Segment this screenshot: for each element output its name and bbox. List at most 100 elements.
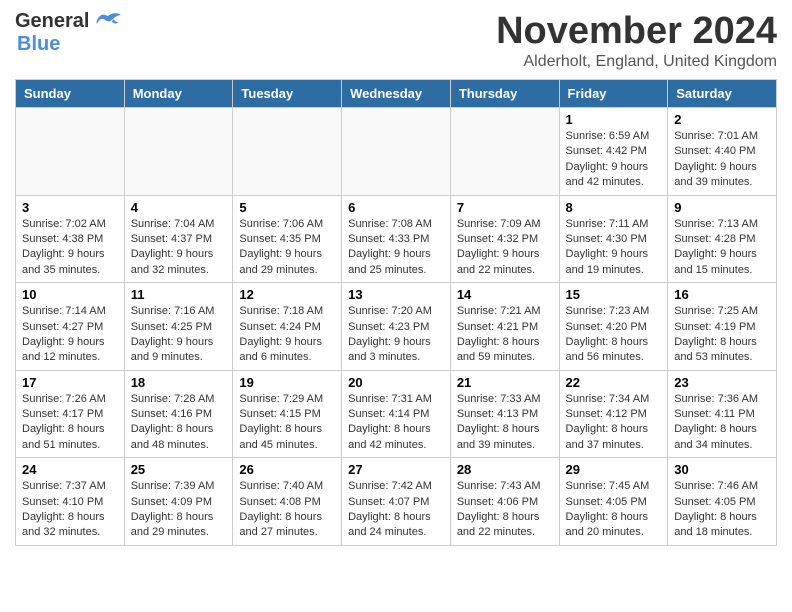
- day-info: Sunrise: 7:42 AM Sunset: 4:07 PM Dayligh…: [348, 479, 444, 541]
- day-info: Sunrise: 7:23 AM Sunset: 4:20 PM Dayligh…: [566, 304, 662, 366]
- day-info: Sunrise: 7:40 AM Sunset: 4:08 PM Dayligh…: [239, 479, 335, 541]
- day-info: Sunrise: 7:13 AM Sunset: 4:28 PM Dayligh…: [674, 217, 770, 279]
- day-info: Sunrise: 7:11 AM Sunset: 4:30 PM Dayligh…: [566, 217, 662, 279]
- calendar-cell: 8 Sunrise: 7:11 AM Sunset: 4:30 PM Daylig…: [559, 195, 668, 283]
- calendar-cell: 23 Sunrise: 7:36 AM Sunset: 4:11 PM Dayli…: [668, 370, 777, 458]
- calendar-cell: 29 Sunrise: 7:45 AM Sunset: 4:05 PM Dayli…: [559, 458, 668, 546]
- weekday-row: SundayMondayTuesdayWednesdayThursdayFrid…: [16, 80, 777, 108]
- weekday-header-tuesday: Tuesday: [233, 80, 342, 108]
- day-number: 10: [22, 287, 118, 302]
- day-info: Sunrise: 7:20 AM Sunset: 4:23 PM Dayligh…: [348, 304, 444, 366]
- calendar-week-5: 24 Sunrise: 7:37 AM Sunset: 4:10 PM Dayli…: [16, 458, 777, 546]
- calendar-cell: 27Sunrise: 7:42 AM Sunset: 4:07 PM Dayli…: [342, 458, 451, 546]
- calendar-week-1: 1 Sunrise: 6:59 AM Sunset: 4:42 PM Daylig…: [16, 108, 777, 196]
- day-info: Sunrise: 7:08 AM Sunset: 4:33 PM Dayligh…: [348, 217, 444, 279]
- weekday-header-friday: Friday: [559, 80, 668, 108]
- day-info: Sunrise: 7:01 AM Sunset: 4:40 PM Dayligh…: [674, 129, 770, 191]
- day-info: Sunrise: 7:46 AM Sunset: 4:05 PM Dayligh…: [674, 479, 770, 541]
- calendar-cell: 18Sunrise: 7:28 AM Sunset: 4:16 PM Dayli…: [124, 370, 233, 458]
- weekday-header-saturday: Saturday: [668, 80, 777, 108]
- day-info: Sunrise: 7:21 AM Sunset: 4:21 PM Dayligh…: [457, 304, 553, 366]
- day-number: 17: [22, 375, 118, 390]
- logo-bird-icon: [93, 11, 123, 33]
- header: General Blue November 2024 Alderholt, En…: [15, 10, 777, 71]
- day-number: 2: [674, 112, 770, 127]
- weekday-header-monday: Monday: [124, 80, 233, 108]
- day-info: Sunrise: 7:36 AM Sunset: 4:11 PM Dayligh…: [674, 392, 770, 454]
- day-number: 3: [22, 200, 118, 215]
- day-info: Sunrise: 7:43 AM Sunset: 4:06 PM Dayligh…: [457, 479, 553, 541]
- calendar-cell: 26 Sunrise: 7:40 AM Sunset: 4:08 PM Dayli…: [233, 458, 342, 546]
- calendar-week-3: 10 Sunrise: 7:14 AM Sunset: 4:27 PM Dayli…: [16, 283, 777, 371]
- day-info: Sunrise: 7:25 AM Sunset: 4:19 PM Dayligh…: [674, 304, 770, 366]
- calendar-cell: 25Sunrise: 7:39 AM Sunset: 4:09 PM Dayli…: [124, 458, 233, 546]
- title-area: November 2024 Alderholt, England, United…: [496, 10, 777, 71]
- day-info: Sunrise: 6:59 AM Sunset: 4:42 PM Dayligh…: [566, 129, 662, 191]
- calendar-cell: 7Sunrise: 7:09 AM Sunset: 4:32 PM Daylig…: [450, 195, 559, 283]
- calendar-cell: 17 Sunrise: 7:26 AM Sunset: 4:17 PM Dayli…: [16, 370, 125, 458]
- calendar-body: 1 Sunrise: 6:59 AM Sunset: 4:42 PM Daylig…: [16, 108, 777, 546]
- calendar-cell: 15 Sunrise: 7:23 AM Sunset: 4:20 PM Dayli…: [559, 283, 668, 371]
- day-number: 19: [239, 375, 335, 390]
- calendar-cell: 1 Sunrise: 6:59 AM Sunset: 4:42 PM Daylig…: [559, 108, 668, 196]
- day-number: 13: [348, 287, 444, 302]
- day-info: Sunrise: 7:39 AM Sunset: 4:09 PM Dayligh…: [131, 479, 227, 541]
- calendar-cell: 28 Sunrise: 7:43 AM Sunset: 4:06 PM Dayli…: [450, 458, 559, 546]
- page-container: General Blue November 2024 Alderholt, En…: [0, 0, 792, 556]
- calendar-cell: 24 Sunrise: 7:37 AM Sunset: 4:10 PM Dayli…: [16, 458, 125, 546]
- calendar-cell: 14Sunrise: 7:21 AM Sunset: 4:21 PM Dayli…: [450, 283, 559, 371]
- day-number: 21: [457, 375, 553, 390]
- day-number: 7: [457, 200, 553, 215]
- calendar-cell: [233, 108, 342, 196]
- calendar-cell: 9Sunrise: 7:13 AM Sunset: 4:28 PM Daylig…: [668, 195, 777, 283]
- calendar-header: SundayMondayTuesdayWednesdayThursdayFrid…: [16, 80, 777, 108]
- logo: General Blue: [15, 10, 123, 56]
- calendar-week-2: 3Sunrise: 7:02 AM Sunset: 4:38 PM Daylig…: [16, 195, 777, 283]
- day-number: 30: [674, 462, 770, 477]
- day-number: 26: [239, 462, 335, 477]
- logo-blue-text: Blue: [17, 33, 60, 56]
- weekday-header-sunday: Sunday: [16, 80, 125, 108]
- calendar-cell: 2 Sunrise: 7:01 AM Sunset: 4:40 PM Daylig…: [668, 108, 777, 196]
- calendar-cell: 20Sunrise: 7:31 AM Sunset: 4:14 PM Dayli…: [342, 370, 451, 458]
- day-number: 28: [457, 462, 553, 477]
- day-number: 15: [566, 287, 662, 302]
- day-number: 1: [566, 112, 662, 127]
- day-info: Sunrise: 7:31 AM Sunset: 4:14 PM Dayligh…: [348, 392, 444, 454]
- day-info: Sunrise: 7:16 AM Sunset: 4:25 PM Dayligh…: [131, 304, 227, 366]
- calendar-cell: 10 Sunrise: 7:14 AM Sunset: 4:27 PM Dayli…: [16, 283, 125, 371]
- calendar-cell: 3Sunrise: 7:02 AM Sunset: 4:38 PM Daylig…: [16, 195, 125, 283]
- calendar-cell: 6 Sunrise: 7:08 AM Sunset: 4:33 PM Daylig…: [342, 195, 451, 283]
- day-info: Sunrise: 7:04 AM Sunset: 4:37 PM Dayligh…: [131, 217, 227, 279]
- calendar-cell: [342, 108, 451, 196]
- day-number: 8: [566, 200, 662, 215]
- day-info: Sunrise: 7:26 AM Sunset: 4:17 PM Dayligh…: [22, 392, 118, 454]
- day-number: 23: [674, 375, 770, 390]
- calendar-cell: 5Sunrise: 7:06 AM Sunset: 4:35 PM Daylig…: [233, 195, 342, 283]
- day-info: Sunrise: 7:28 AM Sunset: 4:16 PM Dayligh…: [131, 392, 227, 454]
- day-number: 11: [131, 287, 227, 302]
- calendar-cell: 4Sunrise: 7:04 AM Sunset: 4:37 PM Daylig…: [124, 195, 233, 283]
- weekday-header-thursday: Thursday: [450, 80, 559, 108]
- day-number: 24: [22, 462, 118, 477]
- day-number: 6: [348, 200, 444, 215]
- month-title: November 2024: [496, 10, 777, 53]
- day-info: Sunrise: 7:45 AM Sunset: 4:05 PM Dayligh…: [566, 479, 662, 541]
- calendar-cell: 22Sunrise: 7:34 AM Sunset: 4:12 PM Dayli…: [559, 370, 668, 458]
- calendar-cell: [124, 108, 233, 196]
- calendar-table: SundayMondayTuesdayWednesdayThursdayFrid…: [15, 79, 777, 546]
- calendar-week-4: 17 Sunrise: 7:26 AM Sunset: 4:17 PM Dayli…: [16, 370, 777, 458]
- day-info: Sunrise: 7:37 AM Sunset: 4:10 PM Dayligh…: [22, 479, 118, 541]
- day-number: 5: [239, 200, 335, 215]
- location-subtitle: Alderholt, England, United Kingdom: [496, 53, 777, 71]
- day-info: Sunrise: 7:18 AM Sunset: 4:24 PM Dayligh…: [239, 304, 335, 366]
- calendar-cell: 30 Sunrise: 7:46 AM Sunset: 4:05 PM Dayli…: [668, 458, 777, 546]
- calendar-cell: 16 Sunrise: 7:25 AM Sunset: 4:19 PM Dayli…: [668, 283, 777, 371]
- day-number: 12: [239, 287, 335, 302]
- day-info: Sunrise: 7:29 AM Sunset: 4:15 PM Dayligh…: [239, 392, 335, 454]
- calendar-cell: [16, 108, 125, 196]
- day-number: 29: [566, 462, 662, 477]
- day-info: Sunrise: 7:14 AM Sunset: 4:27 PM Dayligh…: [22, 304, 118, 366]
- calendar-cell: 21Sunrise: 7:33 AM Sunset: 4:13 PM Dayli…: [450, 370, 559, 458]
- day-number: 16: [674, 287, 770, 302]
